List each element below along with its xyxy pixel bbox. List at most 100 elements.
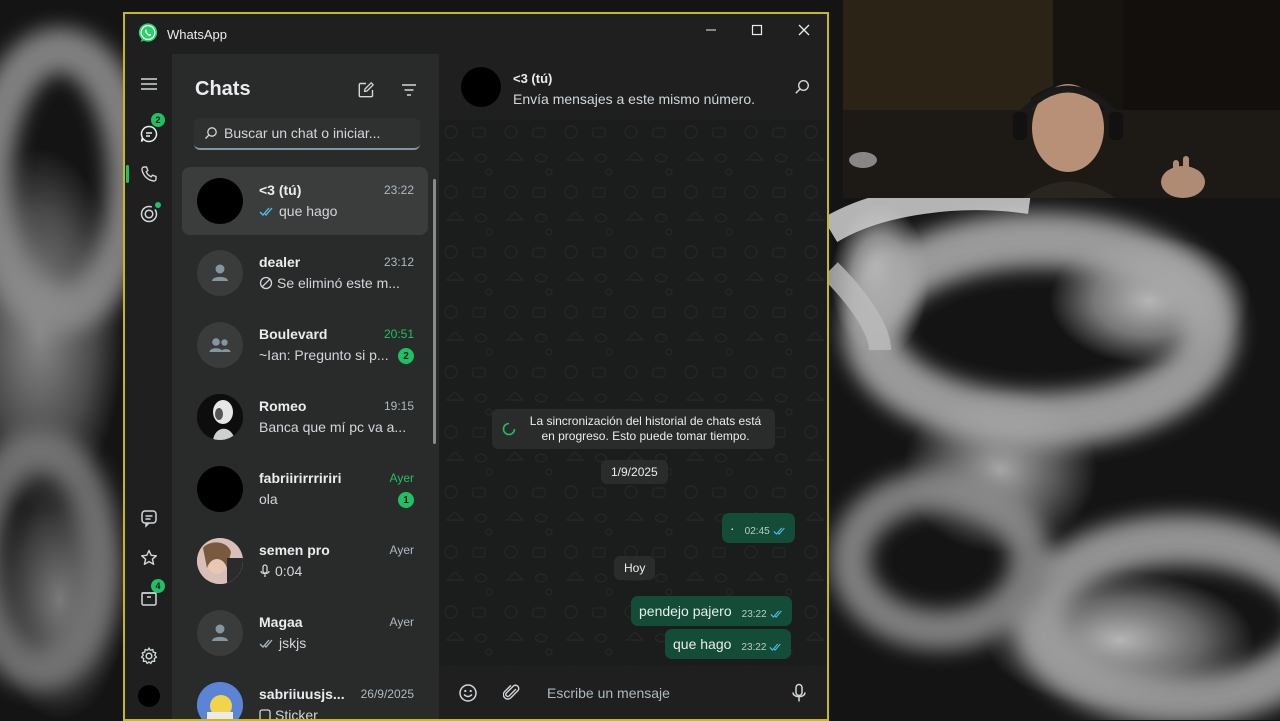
chat-time: 23:22 — [383, 183, 414, 197]
avatar — [197, 322, 243, 368]
app-title: WhatsApp — [167, 27, 227, 42]
chat-name: fabriirirrririri — [259, 470, 342, 486]
chat-time: 20:51 — [383, 327, 414, 341]
chat-preview-text: 0:04 — [275, 563, 303, 579]
chat-preview: ola — [259, 491, 278, 507]
new-chat-button[interactable] — [354, 78, 378, 102]
chats-unread-badge: 2 — [151, 113, 165, 127]
maximize-button[interactable] — [734, 14, 780, 46]
chat-list-item[interactable]: fabriirirrririri Ayer ola 1 — [182, 455, 428, 523]
chat-list-item[interactable]: semen pro Ayer 0:04 — [182, 527, 428, 595]
chats-nav-button[interactable]: 2 — [133, 113, 165, 150]
chat-list-item[interactable]: Romeo 19:15 Banca que mí pc va a... — [182, 383, 428, 451]
voice-message-button[interactable] — [787, 681, 811, 705]
calls-nav-button[interactable] — [133, 158, 165, 190]
date-separator: 1/9/2025 — [601, 460, 668, 484]
chat-list-item[interactable]: dealer 23:12 Se eliminó este m... — [182, 239, 428, 307]
filter-icon — [402, 84, 416, 96]
double-check-icon — [259, 639, 273, 648]
chat-list-scrollbar[interactable] — [433, 179, 436, 444]
unread-badge: 1 — [398, 492, 414, 508]
sync-notice: La sincronización del historial de chats… — [492, 409, 775, 449]
message-time: 02:45 — [744, 525, 770, 537]
conversation-panel: <3 (tú) Envía mensajes a este mismo núme… — [439, 54, 827, 719]
minimize-icon — [706, 29, 716, 31]
meta-ai-nav-button[interactable] — [133, 502, 165, 534]
chat-wallpaper — [439, 120, 827, 666]
message-composer — [439, 666, 827, 719]
contact-avatar[interactable] — [461, 67, 501, 107]
avatar-photo — [197, 682, 243, 719]
chat-list-item[interactable]: <3 (tú) 23:22 que hago — [182, 167, 428, 235]
close-button[interactable] — [781, 14, 827, 46]
double-check-read-icon — [769, 643, 782, 651]
chat-time: 26/9/2025 — [360, 687, 414, 701]
chat-name: Romeo — [259, 398, 307, 414]
star-icon — [141, 549, 157, 565]
chats-heading: Chats — [195, 78, 251, 100]
message-text: · — [730, 520, 735, 536]
avatar — [197, 250, 243, 296]
chat-list: <3 (tú) 23:22 que hago dealer 23:12 Se e… — [172, 167, 439, 719]
filter-button[interactable] — [397, 78, 421, 102]
menu-button[interactable] — [133, 68, 165, 100]
outgoing-message[interactable]: pendejo pajero 23:22 — [631, 596, 792, 626]
outgoing-message[interactable]: que hago 23:22 — [665, 629, 792, 659]
webcam-overlay — [843, 0, 1280, 198]
starred-nav-button[interactable] — [133, 542, 165, 574]
avatar — [197, 610, 243, 656]
chat-preview-text: Se eliminó este m... — [277, 275, 400, 291]
avatar-photo — [197, 394, 243, 440]
search-in-chat-button[interactable] — [791, 76, 813, 98]
avatar — [197, 538, 243, 584]
profile-avatar — [138, 685, 160, 707]
search-box[interactable] — [194, 118, 420, 150]
chat-name: dealer — [259, 254, 301, 270]
chat-time: Ayer — [389, 543, 414, 557]
message-text: pendejo pajero — [639, 603, 732, 619]
search-input[interactable] — [224, 125, 414, 141]
double-check-read-icon — [259, 207, 273, 216]
chat-list-item[interactable]: Boulevard 20:51 ~Ian: Pregunto si p... 2 — [182, 311, 428, 379]
chat-list-panel: Chats <3 (tú) 23:22 — [172, 54, 439, 719]
message-input[interactable] — [547, 682, 777, 704]
whatsapp-window: WhatsApp 2 4 Chats Buscar un chat o inic… — [123, 12, 829, 721]
settings-nav-button[interactable] — [133, 640, 165, 672]
chat-time: 19:15 — [383, 399, 414, 413]
active-indicator — [126, 165, 129, 183]
unread-badge: 2 — [398, 348, 414, 364]
close-icon — [798, 24, 810, 36]
chat-list-item[interactable]: sabriiuusjs... 26/9/2025 Sticker — [182, 671, 428, 719]
chat-preview: que hago — [259, 203, 337, 219]
avatar — [197, 178, 243, 224]
double-check-read-icon — [773, 527, 785, 535]
chat-name: semen pro — [259, 542, 330, 558]
status-nav-button[interactable] — [133, 198, 165, 230]
emoji-button[interactable] — [456, 681, 480, 705]
status-new-dot — [155, 202, 161, 208]
minimize-button[interactable] — [688, 14, 734, 46]
outgoing-message[interactable]: · 02:45 — [722, 513, 795, 543]
message-text: que hago — [673, 636, 732, 652]
chat-list-item[interactable]: Magaa Ayer jskjs — [182, 599, 428, 667]
communities-icon — [141, 510, 157, 528]
chat-preview: Sticker — [259, 707, 318, 719]
maximize-icon — [751, 24, 763, 36]
chat-name: Boulevard — [259, 326, 328, 342]
conversation-header[interactable]: <3 (tú) Envía mensajes a este mismo núme… — [439, 54, 827, 120]
chat-preview: Se eliminó este m... — [259, 275, 400, 291]
chat-time: 23:12 — [383, 255, 414, 269]
message-time: 23:22 — [741, 641, 767, 653]
chat-preview-text: Sticker — [275, 707, 318, 719]
search-icon — [205, 127, 217, 139]
chat-name: sabriiuusjs... — [259, 686, 345, 702]
attach-button[interactable] — [500, 681, 524, 705]
default-group-icon — [209, 338, 231, 352]
hamburger-menu-icon — [141, 78, 157, 90]
emoji-icon — [459, 684, 477, 702]
deleted-icon — [259, 276, 273, 290]
profile-nav-button[interactable] — [133, 680, 165, 712]
archived-nav-button[interactable]: 4 — [133, 579, 165, 614]
avatar — [197, 466, 243, 512]
archived-badge: 4 — [151, 579, 165, 593]
